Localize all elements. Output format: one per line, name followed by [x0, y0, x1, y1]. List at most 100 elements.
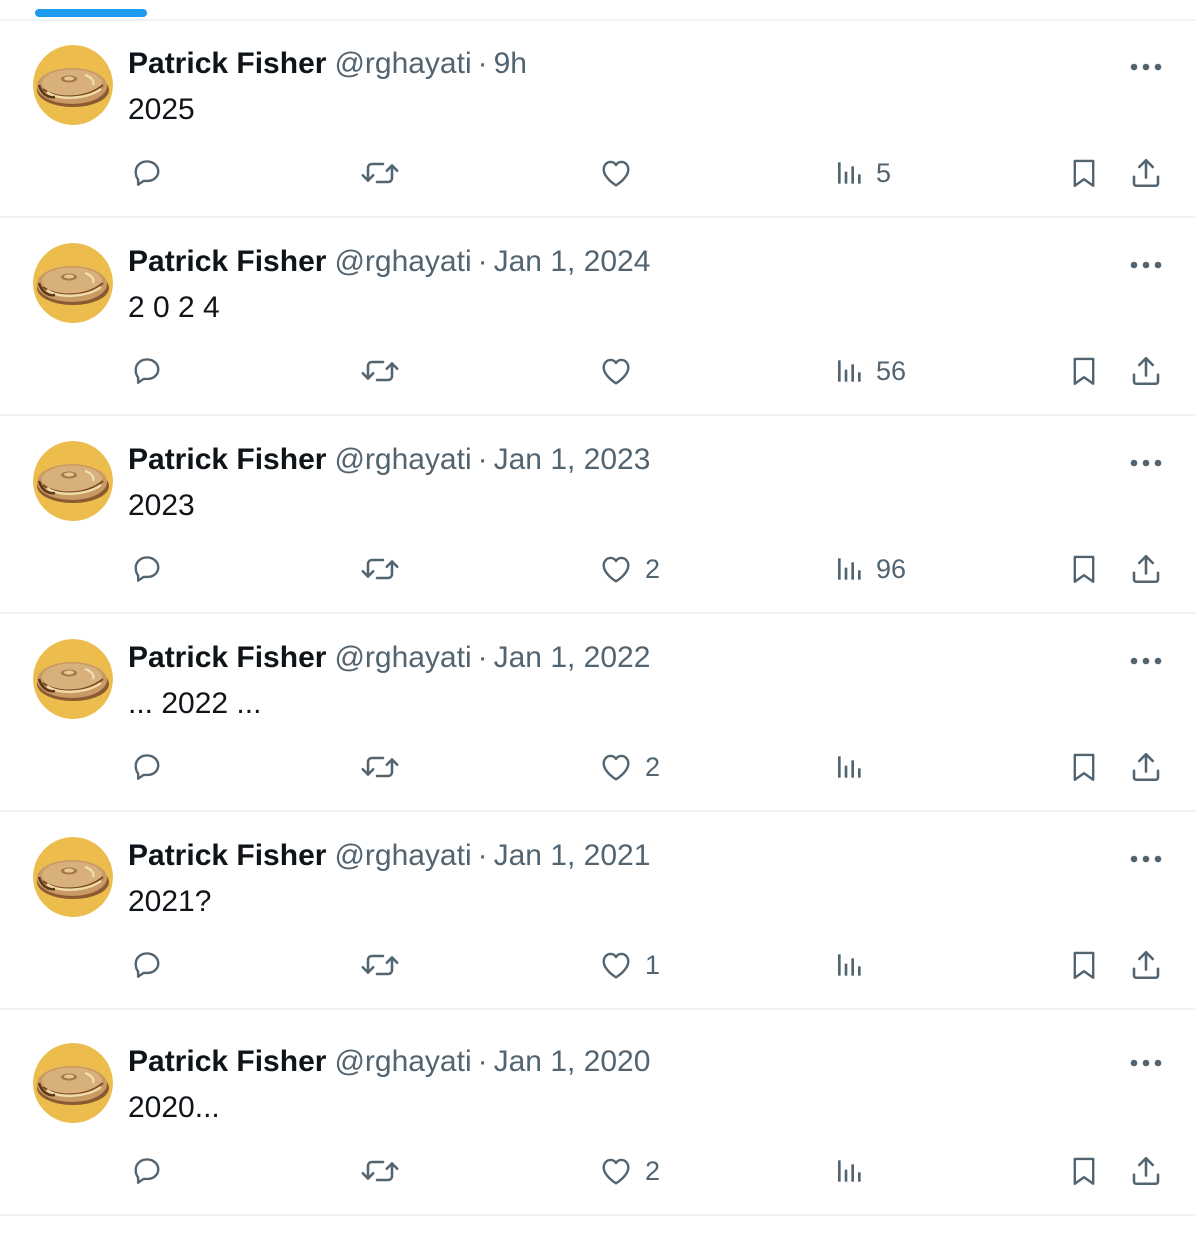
like-button[interactable]: [597, 351, 645, 391]
author-name[interactable]: Patrick Fisher: [128, 839, 326, 872]
share-icon: [1128, 947, 1164, 983]
views-count: 56: [876, 355, 907, 386]
author-handle[interactable]: @rghayati: [334, 1045, 471, 1078]
reply-button[interactable]: [129, 747, 165, 787]
more-button[interactable]: [1125, 1052, 1167, 1074]
heart-icon: [597, 947, 635, 983]
share-button[interactable]: [1128, 549, 1164, 589]
bookmark-icon: [1067, 1153, 1101, 1189]
share-button[interactable]: [1128, 1151, 1164, 1191]
avatar[interactable]: [33, 1043, 113, 1123]
reply-button[interactable]: [129, 1151, 165, 1191]
tweet-timestamp[interactable]: Jan 1, 2023: [494, 443, 651, 476]
like-button[interactable]: [597, 153, 645, 193]
separator-dot: ·: [477, 245, 488, 278]
share-button[interactable]: [1128, 747, 1164, 787]
bookmark-button[interactable]: [1067, 747, 1101, 787]
views-button[interactable]: 96: [834, 549, 906, 589]
views-button[interactable]: [834, 1151, 876, 1191]
avatar[interactable]: [33, 837, 113, 917]
active-tab-indicator: [35, 9, 147, 17]
tweet-header: Patrick Fisher @rghayati · 9h: [128, 46, 527, 82]
views-icon: [834, 553, 866, 585]
retweet-icon: [359, 749, 401, 785]
bookmark-button[interactable]: [1067, 1151, 1101, 1191]
reply-icon: [129, 1153, 165, 1189]
more-button[interactable]: [1125, 848, 1167, 870]
views-button[interactable]: [834, 945, 876, 985]
author-handle[interactable]: @rghayati: [334, 47, 471, 80]
tweet[interactable]: Patrick Fisher @rghayati · Jan 1, 2023 2023…: [0, 416, 1196, 614]
bookmark-icon: [1067, 155, 1101, 191]
retweet-button[interactable]: [359, 747, 401, 787]
reply-button[interactable]: [129, 549, 165, 589]
author-handle[interactable]: @rghayati: [334, 245, 471, 278]
avatar[interactable]: [33, 243, 113, 323]
author-name[interactable]: Patrick Fisher: [128, 641, 326, 674]
retweet-icon: [359, 947, 401, 983]
more-button[interactable]: [1125, 56, 1167, 78]
tweet[interactable]: Patrick Fisher @rghayati · Jan 1, 2020 2020…: [0, 1010, 1196, 1216]
more-button[interactable]: [1125, 452, 1167, 474]
retweet-button[interactable]: [359, 351, 401, 391]
reply-button[interactable]: [129, 153, 165, 193]
tweet-timestamp[interactable]: Jan 1, 2021: [494, 839, 651, 872]
author-name[interactable]: Patrick Fisher: [128, 245, 326, 278]
share-button[interactable]: [1128, 153, 1164, 193]
like-button[interactable]: 1: [597, 945, 660, 985]
share-icon: [1128, 1153, 1164, 1189]
views-button[interactable]: 56: [834, 351, 906, 391]
like-count: 1: [645, 949, 661, 980]
tweet-header: Patrick Fisher @rghayati · Jan 1, 2022: [128, 640, 650, 676]
like-button[interactable]: 2: [597, 549, 660, 589]
author-handle[interactable]: @rghayati: [334, 839, 471, 872]
bookmark-button[interactable]: [1067, 153, 1101, 193]
bookmark-button[interactable]: [1067, 549, 1101, 589]
views-button[interactable]: 5: [834, 153, 891, 193]
avatar[interactable]: [33, 639, 113, 719]
like-button[interactable]: 2: [597, 1151, 660, 1191]
more-icon: [1125, 855, 1167, 874]
tweet-text: 2023: [128, 489, 195, 522]
views-button[interactable]: [834, 747, 876, 787]
reply-icon: [129, 551, 165, 587]
bookmark-button[interactable]: [1067, 351, 1101, 391]
reply-button[interactable]: [129, 351, 165, 391]
share-icon: [1128, 551, 1164, 587]
retweet-button[interactable]: [359, 153, 401, 193]
separator-dot: ·: [477, 641, 488, 674]
avatar[interactable]: [33, 441, 113, 521]
author-name[interactable]: Patrick Fisher: [128, 443, 326, 476]
tweet[interactable]: Patrick Fisher @rghayati · Jan 1, 2021 2021…: [0, 812, 1196, 1010]
like-button[interactable]: 2: [597, 747, 660, 787]
more-button[interactable]: [1125, 254, 1167, 276]
tweet-timestamp[interactable]: 9h: [494, 47, 527, 80]
tweet-timestamp[interactable]: Jan 1, 2020: [494, 1045, 651, 1078]
like-count: 2: [645, 1155, 661, 1186]
share-button[interactable]: [1128, 945, 1164, 985]
heart-icon: [597, 551, 635, 587]
retweet-button[interactable]: [359, 549, 401, 589]
author-handle[interactable]: @rghayati: [334, 443, 471, 476]
tweet[interactable]: Patrick Fisher @rghayati · Jan 1, 2022 ... …: [0, 614, 1196, 812]
avatar[interactable]: [33, 45, 113, 125]
retweet-button[interactable]: [359, 1151, 401, 1191]
author-name[interactable]: Patrick Fisher: [128, 47, 326, 80]
tweet-header: Patrick Fisher @rghayati · Jan 1, 2021: [128, 838, 650, 874]
views-icon: [834, 1155, 866, 1187]
more-button[interactable]: [1125, 650, 1167, 672]
reply-icon: [129, 749, 165, 785]
author-name[interactable]: Patrick Fisher: [128, 1045, 326, 1078]
author-handle[interactable]: @rghayati: [334, 641, 471, 674]
separator-dot: ·: [477, 47, 488, 80]
tweet-text: 2021?: [128, 885, 212, 918]
tweet[interactable]: Patrick Fisher @rghayati · 9h 2025 5: [0, 20, 1196, 218]
retweet-button[interactable]: [359, 945, 401, 985]
bookmark-button[interactable]: [1067, 945, 1101, 985]
tweet-timestamp[interactable]: Jan 1, 2022: [494, 641, 651, 674]
reply-button[interactable]: [129, 945, 165, 985]
more-icon: [1125, 261, 1167, 280]
tweet-timestamp[interactable]: Jan 1, 2024: [494, 245, 651, 278]
tweet[interactable]: Patrick Fisher @rghayati · Jan 1, 2024 2 0 …: [0, 218, 1196, 416]
share-button[interactable]: [1128, 351, 1164, 391]
